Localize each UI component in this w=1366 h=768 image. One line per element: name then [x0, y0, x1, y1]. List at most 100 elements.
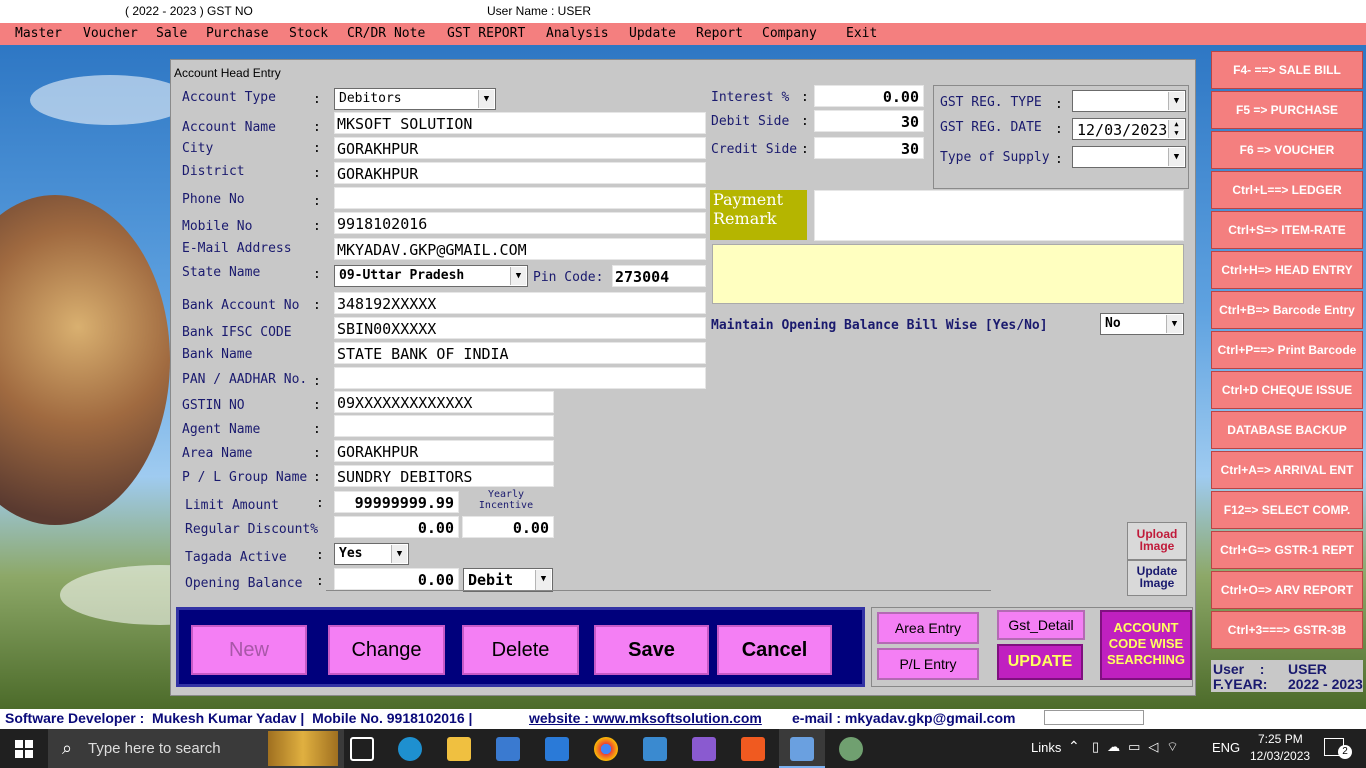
- state-select[interactable]: 09-Uttar Pradesh ▼: [334, 265, 528, 287]
- pl-entry-button[interactable]: P/L Entry: [877, 648, 979, 680]
- payment-remark-field[interactable]: [814, 190, 1184, 241]
- limit-amount-field[interactable]: 99999999.99: [334, 491, 459, 513]
- dropdown-arrow-icon[interactable]: ▼: [391, 545, 407, 563]
- city-field[interactable]: GORAKHPUR: [334, 137, 706, 159]
- brave-browser-icon[interactable]: [741, 737, 765, 761]
- gst-reg-date-picker[interactable]: 12/03/2023 ▲ ▼: [1072, 118, 1186, 140]
- chevron-up-icon[interactable]: ⌃: [1068, 738, 1080, 755]
- menu-stock[interactable]: Stock: [289, 26, 328, 41]
- photos-icon[interactable]: [643, 737, 667, 761]
- dropdown-arrow-icon[interactable]: ▼: [1168, 92, 1184, 110]
- pan-aadhar-field[interactable]: [334, 367, 706, 389]
- dropdown-arrow-icon[interactable]: ▼: [478, 90, 494, 108]
- bank-account-field[interactable]: 348192XXXXX: [334, 292, 706, 314]
- yearly-incentive-field[interactable]: 0.00: [462, 516, 554, 538]
- type-of-supply-select[interactable]: ▼: [1072, 146, 1186, 168]
- opening-balance-field[interactable]: 0.00: [334, 568, 459, 590]
- sidebar-purchase-button[interactable]: F5 => PURCHASE: [1211, 91, 1363, 129]
- menu-company[interactable]: Company: [762, 26, 817, 41]
- account-name-field[interactable]: MKSOFT SOLUTION: [334, 112, 706, 134]
- upload-image-button[interactable]: Upload Image: [1127, 522, 1187, 560]
- edge-browser-icon[interactable]: [398, 737, 422, 761]
- opening-type-select[interactable]: Debit ▼: [463, 568, 553, 592]
- agent-name-field[interactable]: [334, 415, 554, 437]
- tray-icons[interactable]: ▯☁▭◁⌔: [1092, 739, 1187, 755]
- phone-field[interactable]: [334, 187, 706, 209]
- sidebar-item-rate-button[interactable]: Ctrl+S=> ITEM-RATE: [1211, 211, 1363, 249]
- sidebar-database-backup-button[interactable]: DATABASE BACKUP: [1211, 411, 1363, 449]
- change-button[interactable]: Change: [328, 625, 445, 675]
- menu-exit[interactable]: Exit: [846, 26, 877, 41]
- sidebar-barcode-entry-button[interactable]: Ctrl+B=> Barcode Entry: [1211, 291, 1363, 329]
- visual-studio-icon[interactable]: [692, 737, 716, 761]
- area-entry-button[interactable]: Area Entry: [877, 612, 979, 644]
- taskbar-search-box[interactable]: ⌕ Type here to search: [48, 729, 344, 768]
- maintain-opening-select[interactable]: No ▼: [1100, 313, 1184, 335]
- mksoft-app-icon[interactable]: [790, 737, 814, 761]
- divider: [326, 590, 991, 591]
- gstin-field[interactable]: 09XXXXXXXXXXXXX: [334, 391, 554, 413]
- account-type-select[interactable]: Debitors ▼: [334, 88, 496, 110]
- mail-icon[interactable]: [545, 737, 569, 761]
- mobile-field[interactable]: 9918102016: [334, 212, 706, 234]
- tagada-active-select[interactable]: Yes ▼: [334, 543, 409, 565]
- ifsc-field[interactable]: SBIN00XXXXX: [334, 317, 706, 339]
- task-view-icon[interactable]: [350, 737, 374, 761]
- bank-name-field[interactable]: STATE BANK OF INDIA: [334, 342, 706, 364]
- regular-discount-field[interactable]: 0.00: [334, 516, 459, 538]
- sidebar-arv-report-button[interactable]: Ctrl+O=> ARV REPORT: [1211, 571, 1363, 609]
- sidebar-ledger-button[interactable]: Ctrl+L==> LEDGER: [1211, 171, 1363, 209]
- menu-purchase[interactable]: Purchase: [206, 26, 269, 41]
- sidebar-head-entry-button[interactable]: Ctrl+H=> HEAD ENTRY: [1211, 251, 1363, 289]
- menu-report[interactable]: Report: [696, 26, 743, 41]
- menu-update[interactable]: Update: [629, 26, 676, 41]
- remark-notes-area[interactable]: [712, 244, 1184, 304]
- file-explorer-icon[interactable]: [447, 737, 471, 761]
- windows-start-icon[interactable]: [15, 740, 33, 758]
- links-toolbar[interactable]: Links: [1031, 740, 1061, 755]
- clock-date[interactable]: 12/03/2023: [1250, 749, 1310, 763]
- gst-reg-type-select[interactable]: ▼: [1072, 90, 1186, 112]
- email-field[interactable]: MKYADAV.GKP@GMAIL.COM: [334, 238, 706, 260]
- pin-code-field[interactable]: 273004: [612, 265, 706, 287]
- sidebar-gstr3b-button[interactable]: Ctrl+3===> GSTR-3B: [1211, 611, 1363, 649]
- pl-group-field[interactable]: SUNDRY DEBITORS: [334, 465, 554, 487]
- sidebar-print-barcode-button[interactable]: Ctrl+P==> Print Barcode: [1211, 331, 1363, 369]
- area-name-field[interactable]: GORAKHPUR: [334, 440, 554, 462]
- paint-icon[interactable]: [839, 737, 863, 761]
- menu-gst-report[interactable]: GST REPORT: [447, 26, 525, 41]
- chrome-icon[interactable]: [594, 737, 618, 761]
- dropdown-arrow-icon[interactable]: ▼: [1166, 315, 1182, 333]
- sidebar-sale-bill-button[interactable]: F4- ==> SALE BILL: [1211, 51, 1363, 89]
- language-indicator[interactable]: ENG: [1212, 740, 1240, 755]
- sidebar-voucher-button[interactable]: F6 => VOUCHER: [1211, 131, 1363, 169]
- website-link[interactable]: website : www.mksoftsolution.com: [529, 710, 762, 726]
- dropdown-arrow-icon[interactable]: ▼: [535, 570, 551, 590]
- menu-voucher[interactable]: Voucher: [83, 26, 138, 41]
- clock-time[interactable]: 7:25 PM: [1258, 732, 1303, 746]
- menu-sale[interactable]: Sale: [156, 26, 187, 41]
- dropdown-arrow-icon[interactable]: ▼: [510, 267, 526, 285]
- new-button[interactable]: New: [191, 625, 307, 675]
- menu-analysis[interactable]: Analysis: [546, 26, 609, 41]
- sidebar-select-company-button[interactable]: F12=> SELECT COMP.: [1211, 491, 1363, 529]
- sidebar-gstr1-report-button[interactable]: Ctrl+G=> GSTR-1 REPT: [1211, 531, 1363, 569]
- gst-detail-button[interactable]: Gst_Detail: [997, 610, 1085, 640]
- menu-master[interactable]: Master: [15, 26, 62, 41]
- credit-side-field[interactable]: 30: [814, 137, 924, 159]
- microsoft-store-icon[interactable]: [496, 737, 520, 761]
- update-button[interactable]: UPDATE: [997, 644, 1083, 680]
- cancel-button[interactable]: Cancel: [717, 625, 832, 675]
- district-field[interactable]: GORAKHPUR: [334, 162, 706, 184]
- interest-field[interactable]: 0.00: [814, 85, 924, 107]
- sidebar-cheque-issue-button[interactable]: Ctrl+D CHEQUE ISSUE: [1211, 371, 1363, 409]
- debit-side-field[interactable]: 30: [814, 110, 924, 132]
- dropdown-arrow-icon[interactable]: ▼: [1168, 148, 1184, 166]
- spinner-icon[interactable]: ▲ ▼: [1168, 120, 1184, 138]
- save-button[interactable]: Save: [594, 625, 709, 675]
- delete-button[interactable]: Delete: [462, 625, 579, 675]
- account-code-search-button[interactable]: ACCOUNT CODE WISE SEARCHING: [1100, 610, 1192, 680]
- update-image-button[interactable]: Update Image: [1127, 560, 1187, 596]
- sidebar-arrival-entry-button[interactable]: Ctrl+A=> ARRIVAL ENT: [1211, 451, 1363, 489]
- menu-cr-dr-note[interactable]: CR/DR Note: [347, 26, 425, 41]
